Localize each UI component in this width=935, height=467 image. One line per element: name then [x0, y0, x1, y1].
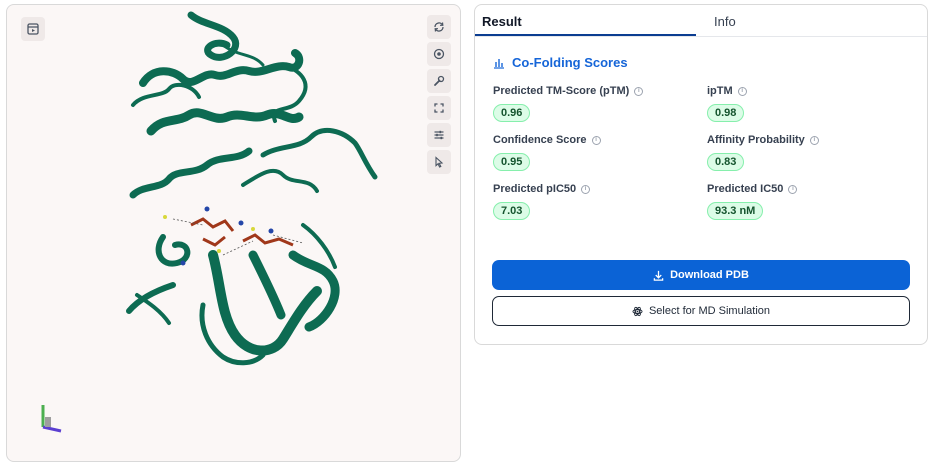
metric-ptm: Predicted TM-Score (pTM) i 0.96 [493, 84, 707, 122]
select-mode-button[interactable] [427, 150, 451, 174]
info-icon[interactable]: i [581, 184, 591, 194]
metric-label: Affinity Probability [707, 134, 805, 146]
section-title: Co-Folding Scores [493, 55, 628, 70]
protein-structure-render[interactable] [103, 5, 393, 375]
metric-iptm: ipTM i 0.98 [707, 84, 907, 122]
result-panel: Result Info Co-Folding Scores Predicted … [474, 4, 928, 345]
panel-toggle-button[interactable] [21, 17, 45, 41]
panel-toggle-icon [27, 23, 39, 35]
metric-label: Confidence Score [493, 134, 587, 146]
metrics-grid: Predicted TM-Score (pTM) i 0.96 ipTM i 0.9… [493, 84, 913, 220]
info-icon[interactable]: i [737, 86, 747, 96]
metric-ic50: Predicted IC50 i 93.3 nM [707, 182, 907, 220]
pointer-icon [435, 156, 444, 168]
metric-value-badge: 0.83 [707, 153, 745, 171]
rotate-button[interactable] [427, 15, 451, 39]
fullscreen-button[interactable] [427, 96, 451, 120]
metric-pic50: Predicted pIC50 i 7.03 [493, 182, 707, 220]
tab-bar: Result Info [475, 5, 927, 37]
center-icon [433, 48, 445, 60]
viewer-toolbar [427, 15, 451, 175]
bar-chart-icon [494, 58, 504, 69]
metric-label: ipTM [707, 85, 733, 97]
section-title-text: Co-Folding Scores [512, 55, 628, 70]
fullscreen-icon [434, 103, 444, 113]
download-icon [653, 270, 664, 281]
tab-result[interactable]: Result [475, 5, 696, 36]
atom-icon [632, 306, 643, 316]
metric-value-badge: 0.95 [493, 153, 531, 171]
metric-value-badge: 7.03 [493, 202, 531, 220]
select-md-label: Select for MD Simulation [648, 305, 771, 317]
download-pdb-button[interactable]: Download PDB [492, 260, 910, 290]
metric-value-badge: 0.98 [707, 104, 745, 122]
metric-label: Predicted TM-Score (pTM) [493, 85, 630, 97]
metric-confidence: Confidence Score i 0.95 [493, 133, 707, 171]
wrench-icon [434, 75, 445, 86]
info-icon[interactable]: i [788, 184, 798, 194]
info-icon[interactable]: i [591, 135, 601, 145]
center-button[interactable] [427, 42, 451, 66]
tab-info[interactable]: Info [696, 5, 917, 36]
sliders-icon [434, 130, 444, 140]
metric-affinity: Affinity Probability i 0.83 [707, 133, 907, 171]
structure-viewer[interactable] [6, 4, 461, 462]
settings-button[interactable] [427, 69, 451, 93]
metric-label: Predicted IC50 [707, 183, 784, 195]
rotate-icon [434, 22, 444, 32]
adjust-button[interactable] [427, 123, 451, 147]
metric-label: Predicted pIC50 [493, 183, 577, 195]
metric-value-badge: 0.96 [493, 104, 531, 122]
download-pdb-label: Download PDB [670, 269, 749, 281]
orientation-axes-icon [41, 405, 62, 433]
info-icon[interactable]: i [634, 86, 644, 96]
metric-value-badge: 93.3 nM [707, 202, 764, 220]
info-icon[interactable]: i [809, 135, 819, 145]
select-md-simulation-button[interactable]: Select for MD Simulation [492, 296, 910, 326]
